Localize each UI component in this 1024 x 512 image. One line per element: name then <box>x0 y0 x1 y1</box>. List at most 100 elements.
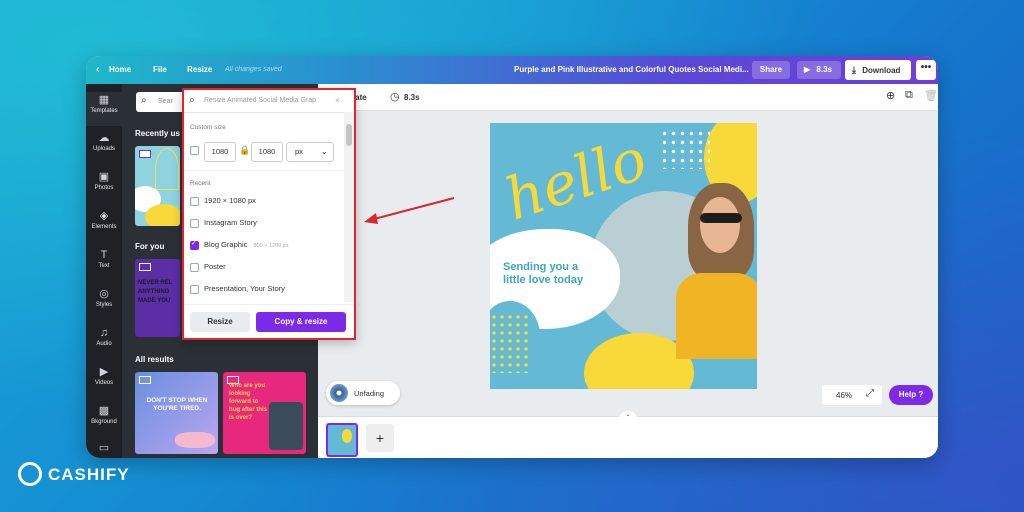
recent-item-poster[interactable]: Poster <box>204 262 226 271</box>
download-button[interactable]: ⤓ Download <box>845 60 911 80</box>
rail-item-uploads[interactable]: ☁ Uploads <box>86 132 122 152</box>
rail-label: Photos <box>95 185 114 191</box>
elements-icon: ◈ <box>86 210 122 222</box>
video-badge-icon <box>139 263 151 271</box>
rail-label: Styles <box>96 302 112 308</box>
rail-item-photos[interactable]: ▣ Photos <box>86 171 122 191</box>
recent-item-size: 800 × 1200 px <box>253 243 288 249</box>
resize-dropdown: ⌕ Resize Animated Social Media Grap × Cu… <box>182 88 356 340</box>
recent-item-label: Blog Graphic <box>204 240 247 249</box>
duration-button[interactable]: 8.3s <box>404 93 420 102</box>
width-input[interactable]: 1080 <box>204 142 236 162</box>
document-title[interactable]: Purple and Pink Illustrative and Colorfu… <box>514 56 749 84</box>
rail-item-elements[interactable]: ◈Elements <box>86 210 122 230</box>
add-page-button[interactable]: + <box>366 424 394 452</box>
recent-item-checkbox[interactable] <box>190 285 199 294</box>
hello-script-graphic <box>155 148 179 190</box>
cashify-wordmark: CASHIFY <box>48 465 130 485</box>
photo-icon: ▣ <box>86 171 122 183</box>
photo-graphic <box>269 402 303 450</box>
video-badge-icon <box>139 376 151 384</box>
help-button[interactable]: Help ? <box>889 385 933 405</box>
app-window: ‹ Home File Resize All changes saved Pur… <box>86 56 938 458</box>
share-button[interactable]: Share <box>752 61 790 79</box>
duplicate-page-icon[interactable]: ⧉ <box>905 89 913 102</box>
download-icon: ⤓ <box>852 65 856 75</box>
timer-icon: ◷ <box>390 90 400 103</box>
recent-template-thumb[interactable] <box>135 146 180 226</box>
text-icon: T <box>86 249 122 261</box>
design-canvas[interactable]: hello Sending you a little love today <box>490 123 757 389</box>
back-chevron-icon[interactable]: ‹ <box>96 56 99 84</box>
rail-item-background[interactable]: ▩Bkground <box>86 405 122 425</box>
zoom-control[interactable]: 46% ⤢ <box>822 385 882 405</box>
add-page-icon[interactable]: ⊕ <box>886 89 895 102</box>
divider <box>184 304 354 305</box>
face-graphic <box>700 197 740 253</box>
recent-item-presentation[interactable]: Presentation, Your Story <box>204 284 285 293</box>
delete-page-icon[interactable]: 🗑 <box>924 89 938 102</box>
file-menu[interactable]: File <box>153 56 167 84</box>
rail-item-styles[interactable]: ◎ Styles <box>86 288 122 308</box>
yellow-shirt-graphic <box>676 273 757 359</box>
recent-label: Recent <box>190 180 211 187</box>
recent-item-checkbox-checked[interactable]: ✓ <box>190 241 199 250</box>
height-input[interactable]: 1080 <box>251 142 283 162</box>
resize-menu[interactable]: Resize <box>187 56 212 84</box>
templates-icon: ▦ <box>86 94 122 106</box>
checkmark-icon: ✓ <box>191 239 197 247</box>
resize-button[interactable]: Resize <box>190 312 250 332</box>
rail-item-audio[interactable]: ♫Audio <box>86 327 122 347</box>
recent-item-blog-graphic[interactable]: Blog Graphic 800 × 1200 px <box>204 240 288 249</box>
rail-item-templates[interactable]: ▦ Templates <box>86 92 122 126</box>
custom-size-checkbox[interactable] <box>190 146 199 155</box>
design-message-text: Sending you a little love today <box>503 261 599 287</box>
scrollbar-thumb[interactable] <box>346 124 352 146</box>
rail-label: Uploads <box>93 146 115 152</box>
dropdown-scrollbar[interactable] <box>344 112 354 302</box>
result-template-thumb-2[interactable]: Who are you looking forward to hug after… <box>223 372 306 454</box>
video-badge-icon <box>139 150 151 158</box>
more-options-button[interactable]: ••• <box>916 60 936 80</box>
for-you-template-thumb[interactable]: NEVER REL ANYTHING MADE YOU <box>135 259 180 337</box>
home-menu[interactable]: Home <box>109 56 131 84</box>
styles-icon: ◎ <box>86 288 122 300</box>
recent-item-checkbox[interactable] <box>190 219 199 228</box>
result-template-thumb-1[interactable]: DON'T STOP WHEN YOU'RE TIRED. <box>135 372 218 454</box>
play-button[interactable]: ▶ 8.3s <box>797 61 841 79</box>
thumb-yellow-graphic <box>342 429 352 443</box>
recent-item-1920x1080[interactable]: 1920 × 1080 px <box>204 196 256 205</box>
clear-search-icon[interactable]: × <box>335 96 340 105</box>
lock-aspect-icon[interactable]: 🔒 <box>239 145 250 156</box>
upload-icon: ☁ <box>86 132 122 144</box>
play-icon: ▶ <box>804 65 810 74</box>
music-track-name: Unfading <box>354 389 384 398</box>
recent-item-instagram-story[interactable]: Instagram Story <box>204 218 257 227</box>
resize-search-input[interactable]: ⌕ Resize Animated Social Media Grap × <box>184 90 354 113</box>
folder-icon: ▭ <box>86 442 122 454</box>
video-icon: ▶ <box>86 366 122 378</box>
annotation-arrow-icon <box>362 194 458 228</box>
custom-size-label: Custom size <box>190 124 226 131</box>
woman-photo[interactable] <box>676 183 757 359</box>
yellow-blob-graphic <box>145 204 180 226</box>
unit-select[interactable]: px ⌄ <box>286 142 334 162</box>
cashify-c-icon <box>18 462 42 486</box>
search-icon: ⌕ <box>141 95 147 106</box>
recent-item-checkbox[interactable] <box>190 263 199 272</box>
unit-value: px <box>295 147 303 156</box>
audio-icon: ♫ <box>86 327 122 339</box>
rail-item-text[interactable]: T Text <box>86 249 122 269</box>
copy-and-resize-button[interactable]: Copy & resize <box>256 312 346 332</box>
music-track-pill[interactable]: Unfading <box>326 381 400 405</box>
recent-item-checkbox[interactable] <box>190 197 199 206</box>
rail-item-videos[interactable]: ▶Videos <box>86 366 122 386</box>
rail-label: Text <box>98 263 109 269</box>
fullscreen-icon[interactable]: ⤢ <box>866 388 874 399</box>
recently-used-heading: Recently us <box>135 129 180 138</box>
page-thumbnail[interactable] <box>326 423 358 457</box>
divider <box>184 170 344 171</box>
sunglasses-graphic <box>700 213 742 223</box>
rail-label: Templates <box>90 108 117 114</box>
rail-item-folder[interactable]: ▭ <box>86 442 122 456</box>
